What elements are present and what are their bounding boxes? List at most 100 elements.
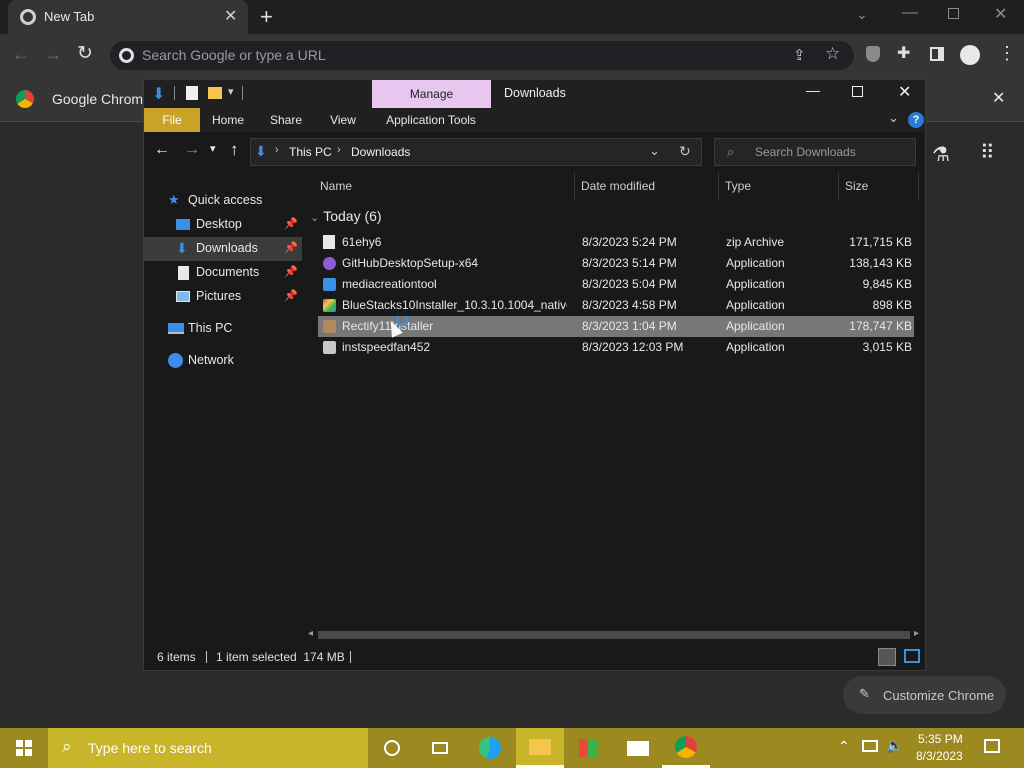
explorer-maximize-icon[interactable] — [852, 86, 863, 97]
column-date-modified[interactable]: Date modified — [575, 172, 719, 200]
properties-icon[interactable] — [186, 86, 198, 100]
column-type[interactable]: Type — [719, 172, 839, 200]
nav-this-pc[interactable]: This PC — [144, 317, 302, 341]
column-name[interactable]: Name — [302, 172, 575, 200]
back-arrow-icon[interactable]: ← — [154, 141, 170, 159]
help-icon[interactable]: ? — [908, 112, 924, 128]
explorer-minimize-icon[interactable]: — — [806, 82, 820, 98]
tab-search-icon[interactable]: ⌄ — [856, 6, 868, 23]
nav-pictures[interactable]: Pictures 📌 — [144, 285, 302, 309]
breadcrumb-this-pc[interactable]: This PC — [289, 145, 332, 159]
nav-downloads[interactable]: ⬇ Downloads 📌 — [144, 237, 302, 261]
this-pc-icon — [168, 323, 184, 334]
file-row-2[interactable]: mediacreationtool 8/3/2023 5:04 PM Appli… — [318, 274, 914, 295]
file-explorer-taskbar-icon[interactable] — [516, 728, 564, 768]
column-size[interactable]: Size — [839, 172, 919, 200]
nav-desktop[interactable]: Desktop 📌 — [144, 213, 302, 237]
scroll-right-icon[interactable]: ▸ — [914, 628, 919, 639]
new-folder-icon[interactable] — [208, 87, 222, 99]
horizontal-scrollbar[interactable]: ◂ ▸ — [302, 628, 925, 642]
pin-icon[interactable]: 📌 — [284, 265, 298, 278]
scroll-left-icon[interactable]: ◂ — [308, 628, 313, 639]
address-dropdown-icon[interactable]: ⌄ — [649, 143, 660, 159]
refresh-icon[interactable]: ↻ — [679, 143, 691, 160]
file-date: 8/3/2023 12:03 PM — [582, 340, 684, 354]
notifications-icon[interactable] — [984, 739, 1000, 753]
clock-date[interactable]: 8/3/2023 — [916, 749, 963, 763]
ribbon-expand-icon[interactable]: ⌄ — [888, 110, 899, 126]
search-downloads-input[interactable]: ⌕ Search Downloads — [714, 138, 916, 166]
tab-share[interactable]: Share — [260, 108, 312, 132]
restore-icon[interactable] — [948, 8, 959, 19]
nav-label: Documents — [196, 265, 260, 279]
close-window-icon[interactable]: ✕ — [994, 4, 1007, 24]
edge-icon[interactable] — [466, 728, 514, 768]
back-icon[interactable]: ← — [12, 44, 30, 65]
group-label: Today (6) — [323, 208, 382, 224]
apps-grid-icon[interactable]: ⠿ — [980, 140, 995, 165]
explorer-close-icon[interactable]: ✕ — [898, 82, 911, 102]
large-icons-view-icon[interactable] — [904, 649, 920, 663]
forward-icon[interactable]: → — [44, 44, 62, 65]
extensions-puzzle-icon[interactable]: ✚ — [897, 43, 910, 63]
omnibox-placeholder: Search Google or type a URL — [142, 47, 326, 63]
tab-file[interactable]: File — [144, 108, 200, 132]
tab-new-tab[interactable]: New Tab ✕ — [8, 0, 248, 34]
share-icon[interactable]: ⇪ — [793, 46, 806, 64]
labs-flask-icon[interactable]: ⚗ — [932, 142, 950, 167]
extension-shield-icon[interactable] — [866, 46, 880, 62]
group-header-today[interactable]: ⌄ Today (6) — [310, 208, 382, 226]
address-bar[interactable]: ⬇ › This PC › Downloads ⌄ ↻ — [250, 138, 702, 166]
new-tab-icon[interactable]: + — [260, 4, 273, 30]
show-hidden-icons-icon[interactable]: ⌃ — [838, 738, 850, 755]
file-row-0[interactable]: 61ehy6 8/3/2023 5:24 PM zip Archive 171,… — [318, 232, 914, 253]
volume-icon[interactable]: 🔈 — [886, 737, 903, 754]
file-size: 178,747 KB — [849, 319, 912, 333]
pin-icon[interactable]: 📌 — [284, 289, 298, 302]
network-status-icon[interactable] — [862, 740, 878, 752]
qat-dropdown-icon[interactable]: ▾ — [228, 85, 234, 98]
tab-view[interactable]: View — [318, 108, 368, 132]
recent-locations-icon[interactable]: ▾ — [210, 142, 216, 155]
pin-icon[interactable]: 📌 — [284, 217, 298, 230]
reload-icon[interactable]: ↻ — [77, 42, 93, 65]
up-arrow-icon[interactable]: ↑ — [230, 140, 239, 160]
task-view-icon[interactable] — [416, 728, 464, 768]
close-tab-icon[interactable]: ✕ — [224, 6, 237, 26]
file-row-3[interactable]: BlueStacks10Installer_10.3.10.1004_nativ… — [318, 295, 914, 316]
profile-avatar-icon[interactable] — [960, 45, 980, 65]
scroll-thumb[interactable] — [318, 631, 910, 639]
details-view-icon[interactable] — [878, 648, 896, 666]
cortana-icon[interactable] — [368, 728, 416, 768]
manage-contextual-tab[interactable]: Manage — [372, 80, 491, 108]
nav-network[interactable]: Network — [144, 349, 302, 373]
breadcrumb-downloads[interactable]: Downloads — [351, 145, 410, 159]
file-row-5[interactable]: instspeedfan452 8/3/2023 12:03 PM Applic… — [318, 337, 914, 358]
tab-application-tools[interactable]: Application Tools — [376, 108, 486, 132]
omnibox[interactable]: Search Google or type a URL ⇪ ☆ — [110, 41, 854, 70]
chrome-taskbar-icon[interactable] — [662, 728, 710, 768]
clock-time[interactable]: 5:35 PM — [918, 732, 963, 746]
start-button[interactable] — [0, 728, 48, 768]
taskbar-search-box[interactable]: ⌕ Type here to search — [48, 728, 368, 768]
minimize-icon[interactable]: — — [902, 4, 918, 22]
mail-icon[interactable] — [614, 728, 662, 768]
breadcrumb-separator-icon: › — [275, 144, 279, 156]
file-type: Application — [726, 319, 785, 333]
pin-icon[interactable]: 📌 — [284, 241, 298, 254]
store-icon[interactable] — [564, 728, 612, 768]
tab-home[interactable]: Home — [202, 108, 254, 132]
bookmark-star-icon[interactable]: ☆ — [825, 44, 840, 64]
forward-arrow-icon[interactable]: → — [184, 141, 200, 159]
nav-quick-access[interactable]: ★ Quick access — [144, 189, 302, 213]
customize-chrome-button[interactable]: ✎ Customize Chrome — [843, 676, 1006, 714]
pencil-icon: ✎ — [859, 686, 870, 701]
nav-label: Quick access — [188, 193, 263, 207]
chrome-menu-icon[interactable]: ⋮ — [998, 43, 1016, 63]
banner-close-icon[interactable]: ✕ — [992, 88, 1005, 108]
file-row-1[interactable]: GitHubDesktopSetup-x64 8/3/2023 5:14 PM … — [318, 253, 914, 274]
nav-documents[interactable]: Documents 📌 — [144, 261, 302, 285]
side-panel-icon[interactable] — [930, 47, 944, 61]
taskbar: ⌕ Type here to search ⌃ 🔈 5:35 PM 8/3/20… — [0, 728, 1024, 768]
status-divider — [350, 651, 351, 663]
